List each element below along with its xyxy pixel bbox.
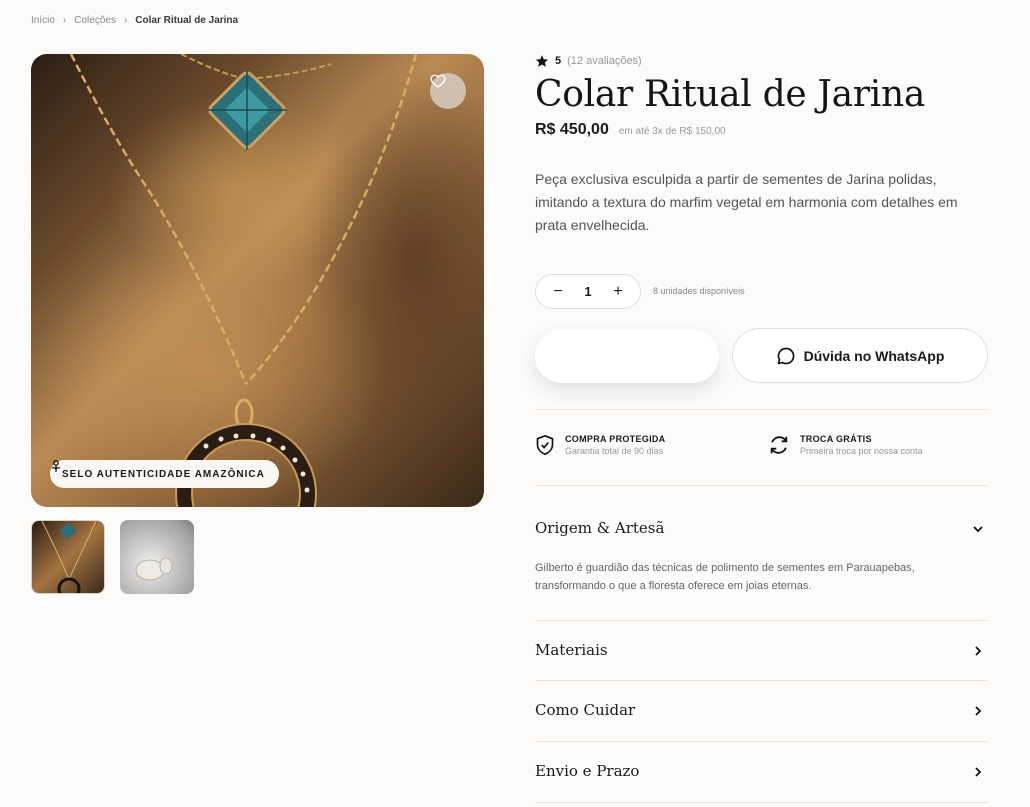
necklace-illustration xyxy=(69,54,418,507)
chevron-right-icon[interactable] xyxy=(972,766,984,778)
heart-icon xyxy=(430,74,446,88)
rating-value: 5 xyxy=(555,55,562,67)
flower-icon xyxy=(51,460,61,472)
favorite-button[interactable] xyxy=(430,73,466,109)
thumbnail-necklace-image xyxy=(41,521,97,593)
decrease-button[interactable]: − xyxy=(550,283,566,301)
product-title: Colar Ritual de Jarina xyxy=(535,74,925,115)
product-price: R$ 450,00 xyxy=(535,121,609,138)
seal-label: SELO AUTENTICIDADE AMAZÔNICA xyxy=(62,468,265,480)
badge-protected-purchase: COMPRA PROTEGIDA Garantia total de 90 di… xyxy=(535,434,665,456)
divider xyxy=(535,741,988,742)
thumbnail-ring-image xyxy=(135,557,173,581)
breadcrumb-collections[interactable]: Coleções xyxy=(74,15,116,26)
breadcrumb-home[interactable]: Início xyxy=(31,15,55,26)
review-count[interactable]: (12 avaliações) xyxy=(567,55,642,67)
accordion-origin-header[interactable]: Origem & Artesã xyxy=(535,519,664,537)
quantity-stepper: − 1 + xyxy=(535,274,641,309)
accordion-shipping-header[interactable]: Envio e Prazo xyxy=(535,762,639,780)
quantity-value: 1 xyxy=(584,284,592,299)
refresh-icon xyxy=(770,436,788,454)
chevron-right-icon[interactable] xyxy=(972,645,984,657)
divider xyxy=(535,802,988,803)
breadcrumb: Início › Coleções › Colar Ritual de Jari… xyxy=(31,15,238,26)
badge-subtitle: Garantia total de 90 dias xyxy=(565,446,664,456)
product-rating: 5 (12 avaliações) xyxy=(535,54,642,68)
accordion-origin-body: Gilberto é guardião das técnicas de poli… xyxy=(535,562,915,592)
increase-button[interactable]: + xyxy=(610,283,626,301)
divider xyxy=(535,680,988,681)
accordion-materials-header[interactable]: Materiais xyxy=(535,641,608,659)
badge-title: COMPRA PROTEGIDA xyxy=(565,434,666,444)
badge-free-exchange: TROCA GRÁTIS Primeira troca por nossa co… xyxy=(768,434,923,456)
chevron-right-icon[interactable] xyxy=(972,705,984,717)
divider xyxy=(535,485,988,486)
add-to-cart-button[interactable] xyxy=(535,329,719,383)
chevron-right-icon: › xyxy=(62,15,67,26)
badge-title: TROCA GRÁTIS xyxy=(800,434,872,444)
accordion-care-header[interactable]: Como Cuidar xyxy=(535,701,635,719)
product-description: Peça exclusiva esculpida a partir de sem… xyxy=(535,171,958,233)
stock-info: 8 unidades disponíveis xyxy=(653,286,745,296)
whatsapp-button[interactable]: Dúvida no WhatsApp xyxy=(732,328,988,383)
breadcrumb-current: Colar Ritual de Jarina xyxy=(135,15,239,26)
thumbnail-1[interactable] xyxy=(31,520,105,594)
thumbnail-list xyxy=(31,520,194,594)
chevron-right-icon: › xyxy=(123,15,128,26)
badge-subtitle: Primeira troca por nossa conta xyxy=(800,446,923,456)
whatsapp-label: Dúvida no WhatsApp xyxy=(803,347,945,364)
thumbnail-2[interactable] xyxy=(120,520,194,594)
chat-bubble-icon xyxy=(777,347,794,364)
divider xyxy=(535,620,988,621)
installments-text: em até 3x de R$ 150,00 xyxy=(618,126,726,137)
chevron-down-icon[interactable] xyxy=(972,523,984,535)
product-main-image[interactable]: SELO AUTENTICIDADE AMAZÔNICA xyxy=(31,54,484,507)
price-row: R$ 450,00 em até 3x de R$ 150,00 xyxy=(535,121,726,139)
authenticity-seal: SELO AUTENTICIDADE AMAZÔNICA xyxy=(50,460,279,488)
shield-check-icon xyxy=(536,434,554,456)
divider xyxy=(535,409,988,410)
star-icon xyxy=(535,55,549,67)
